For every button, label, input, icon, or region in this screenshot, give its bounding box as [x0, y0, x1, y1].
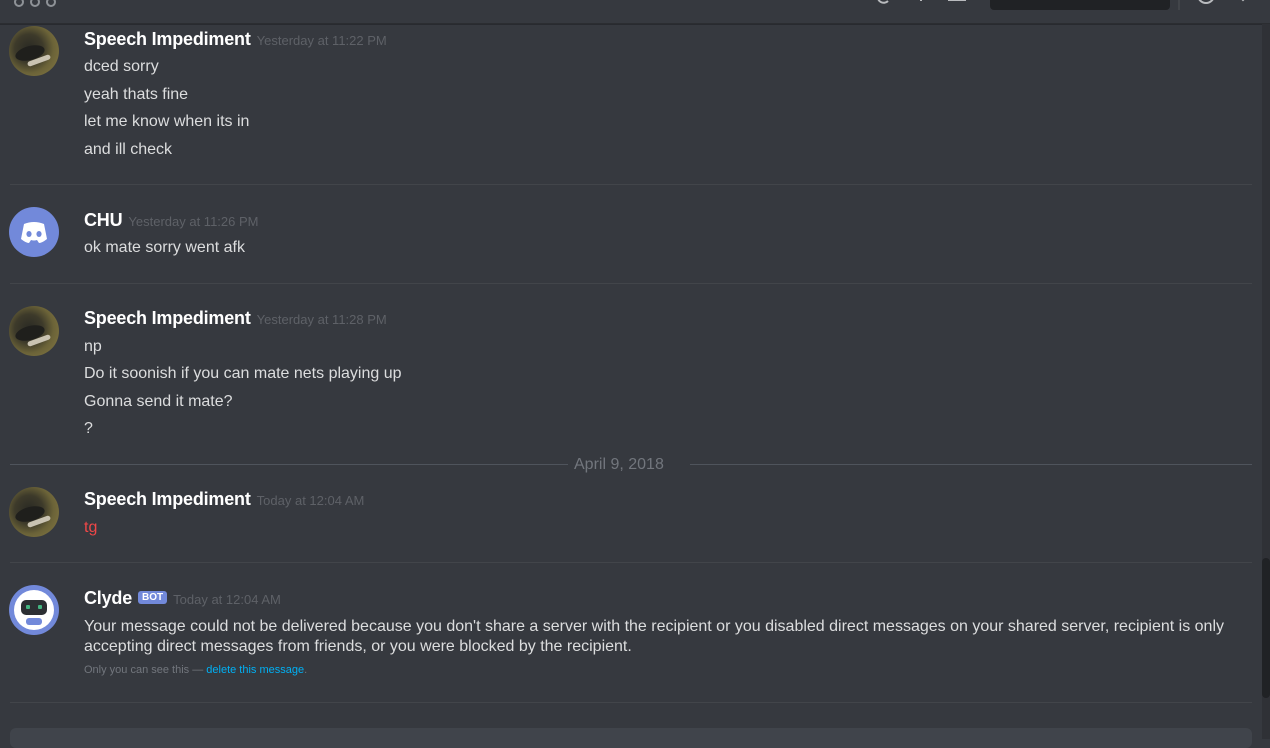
- timestamp[interactable]: Today at 12:04 AM: [173, 592, 281, 607]
- timestamp[interactable]: Yesterday at 11:28 PM: [257, 312, 387, 327]
- avatar[interactable]: [9, 306, 59, 356]
- clyde-robot-icon: [14, 590, 54, 630]
- message-line: dced sorry: [84, 58, 159, 75]
- only-you-notice: Only you can see this — delete this mess…: [84, 664, 307, 676]
- mention-icon[interactable]: [874, 0, 892, 6]
- avatar[interactable]: [9, 26, 59, 76]
- message-line: yeah thats fine: [84, 86, 189, 103]
- message-line: Gonna send it mate?: [84, 393, 233, 410]
- message-line: np: [84, 338, 102, 355]
- only-you-label: Only you can see this —: [84, 664, 207, 676]
- avatar[interactable]: [9, 585, 59, 635]
- delete-message-link[interactable]: delete this message: [206, 664, 304, 676]
- message-line: Do it soonish if you can mate nets playi…: [84, 365, 402, 382]
- scrollbar-thumb[interactable]: [1262, 558, 1270, 698]
- message-line: ?: [84, 420, 93, 437]
- date-divider-line-right: [690, 464, 1252, 465]
- message-header: Clyde BOT Today at 12:04 AM: [84, 588, 281, 609]
- pin-icon[interactable]: [912, 0, 930, 6]
- message-header: CHU Yesterday at 11:26 PM: [84, 210, 259, 231]
- timestamp[interactable]: Yesterday at 11:22 PM: [257, 33, 387, 48]
- system-message-text: Your message could not be delivered beca…: [84, 618, 1224, 655]
- bot-tag: BOT: [138, 591, 168, 604]
- discord-logo-icon: [21, 222, 47, 243]
- toolbar-divider: [1178, 0, 1180, 10]
- username[interactable]: Speech Impediment: [84, 29, 251, 49]
- message-header: Speech Impediment Yesterday at 11:28 PM: [84, 308, 387, 329]
- username[interactable]: Clyde: [84, 588, 132, 608]
- message-line: and ill check: [84, 141, 173, 158]
- chevron-icon[interactable]: [1236, 0, 1254, 6]
- date-divider-label: April 9, 2018: [574, 456, 664, 473]
- message-header: Speech Impediment Today at 12:04 AM: [84, 489, 364, 510]
- message-divider: [10, 283, 1252, 284]
- inbox-icon[interactable]: [946, 0, 966, 6]
- timestamp[interactable]: Today at 12:04 AM: [257, 493, 365, 508]
- search-input[interactable]: [990, 0, 1170, 10]
- message-divider: [10, 562, 1252, 563]
- username[interactable]: Speech Impediment: [84, 489, 251, 509]
- title-bar: [0, 0, 1270, 24]
- message-divider: [10, 184, 1252, 185]
- timestamp[interactable]: Yesterday at 11:26 PM: [128, 214, 258, 229]
- avatar[interactable]: [9, 207, 59, 257]
- message-header: Speech Impediment Yesterday at 11:22 PM: [84, 29, 387, 50]
- username[interactable]: CHU: [84, 210, 123, 230]
- window-dots-icon[interactable]: [14, 0, 74, 7]
- date-divider-line-left: [10, 464, 568, 465]
- failed-message-line: tg: [84, 519, 98, 536]
- message-line: let me know when its in: [84, 113, 250, 130]
- message-line: ok mate sorry went afk: [84, 239, 245, 256]
- username[interactable]: Speech Impediment: [84, 308, 251, 328]
- only-you-suffix: .: [304, 664, 308, 676]
- avatar[interactable]: [9, 487, 59, 537]
- message-input[interactable]: [10, 728, 1252, 748]
- message-divider: [10, 702, 1252, 703]
- help-icon[interactable]: [1196, 0, 1214, 6]
